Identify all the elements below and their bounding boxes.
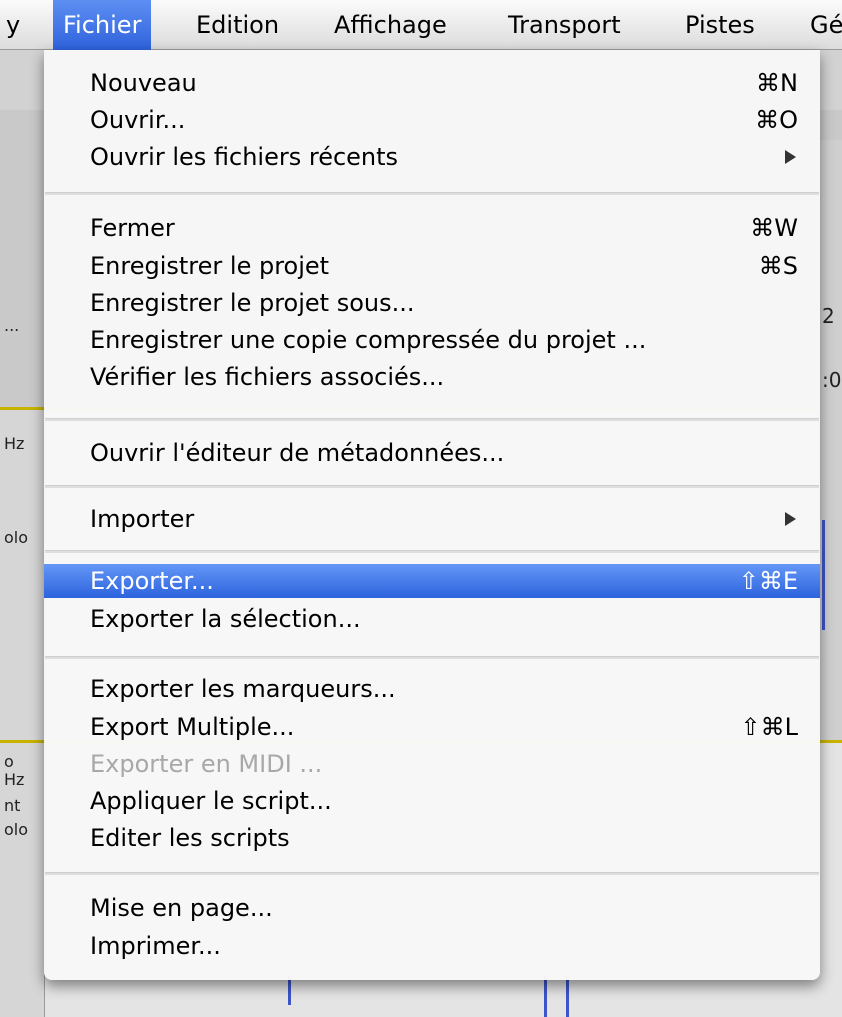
track-label: o [4,752,14,771]
menu-item-label: Exporter en MIDI ... [90,750,323,778]
menu-bar-item-edition[interactable]: Edition [186,0,289,50]
menu-item-label: Ouvrir... [90,106,186,134]
track-label: ... [4,316,20,335]
track-rate-label: Hz [4,434,25,453]
menu-separator [45,485,819,488]
shortcut-label: ⌘N [756,69,798,97]
menu-item-label: Editer les scripts [90,824,290,852]
menu-item-metadonnees[interactable]: Ouvrir l'éditeur de métadonnées... [44,436,820,470]
menu-item-appliquer-script[interactable]: Appliquer le script... [44,784,820,818]
menu-item-export-multiple[interactable]: Export Multiple... ⇧⌘L [44,710,820,744]
menu-item-exporter[interactable]: Exporter... ⇧⌘E [44,564,820,598]
menu-separator [45,656,819,659]
menu-item-label: Mise en page... [90,894,273,922]
menu-bar-item-transport[interactable]: Transport [498,0,631,50]
menu-item-label: Enregistrer le projet [90,252,330,280]
menu-item-imprimer[interactable]: Imprimer... [44,929,820,963]
submenu-arrow-icon [785,512,796,526]
waveform [566,975,569,1017]
menu-item-label: Exporter la sélection... [90,605,361,633]
menu-item-nouveau[interactable]: Nouveau ⌘N [44,66,820,100]
menu-bar-item-generer[interactable]: Gé [800,0,842,50]
menu-item-label: Imprimer... [90,932,221,960]
shortcut-label: ⌘O [755,106,798,134]
menu-item-exporter-marqueurs[interactable]: Exporter les marqueurs... [44,672,820,706]
menu-item-label: Appliquer le script... [90,787,332,815]
menu-item-label: Fermer [90,214,175,242]
menu-item-enregistrer[interactable]: Enregistrer le projet ⌘S [44,249,820,283]
shortcut-label: ⌘W [750,214,798,242]
menu-item-verifier-fichiers[interactable]: Vérifier les fichiers associés... [44,360,820,394]
menu-item-label: Ouvrir l'éditeur de métadonnées... [90,439,505,467]
track-rate-label: Hz [4,770,25,789]
menu-separator [45,872,819,875]
menu-bar-item-fichier[interactable]: Fichier [53,0,152,50]
menu-item-label: Nouveau [90,69,197,97]
menu-item-importer[interactable]: Importer [44,502,820,536]
menu-bar-item-affichage[interactable]: Affichage [324,0,457,50]
submenu-arrow-icon [785,150,796,164]
waveform [822,520,825,630]
menu-separator [45,192,819,195]
track-label: nt [4,796,21,815]
right-edge-panel [818,140,842,740]
menu-item-label: Ouvrir les fichiers récents [90,143,399,171]
menu-item-label: Exporter... [90,567,214,595]
menu-item-editer-scripts[interactable]: Editer les scripts [44,821,820,855]
shortcut-label: ⇧⌘E [738,567,798,595]
menu-item-label: Enregistrer une copie compressée du proj… [90,326,647,354]
menu-item-mise-en-page[interactable]: Mise en page... [44,891,820,925]
menu-item-fermer[interactable]: Fermer ⌘W [44,211,820,245]
menu-separator [45,418,819,421]
menu-item-label: Export Multiple... [90,713,295,741]
shortcut-label: ⌘S [758,252,798,280]
menu-item-label: Vérifier les fichiers associés... [90,363,445,391]
track-solo-label: olo [4,820,29,839]
menu-separator [45,550,819,553]
menu-item-label: Exporter les marqueurs... [90,675,396,703]
menu-bar-item-pistes[interactable]: Pistes [675,0,765,50]
track-solo-label: olo [4,528,29,547]
menu-item-label: Enregistrer le projet sous... [90,289,415,317]
menu-item-enregistrer-copie[interactable]: Enregistrer une copie compressée du proj… [44,323,820,357]
menu-item-enregistrer-sous[interactable]: Enregistrer le projet sous... [44,286,820,320]
right-edge-label: 2 [822,304,835,328]
menu-item-ouvrir[interactable]: Ouvrir... ⌘O [44,103,820,137]
shortcut-label: ⇧⌘L [740,713,798,741]
menu-bar: y Fichier Edition Affichage Transport Pi… [0,0,842,50]
menu-bar-item-app[interactable]: y [0,0,30,50]
fichier-menu: Nouveau ⌘N Ouvrir... ⌘O Ouvrir les fichi… [44,50,820,980]
waveform [544,975,547,1017]
right-edge-label: :0 [822,368,842,392]
menu-item-exporter-midi: Exporter en MIDI ... [44,747,820,781]
menu-item-ouvrir-recents[interactable]: Ouvrir les fichiers récents [44,140,820,174]
track-control-panel [0,410,45,740]
menu-item-label: Importer [90,505,195,533]
menu-item-exporter-selection[interactable]: Exporter la sélection... [44,602,820,636]
